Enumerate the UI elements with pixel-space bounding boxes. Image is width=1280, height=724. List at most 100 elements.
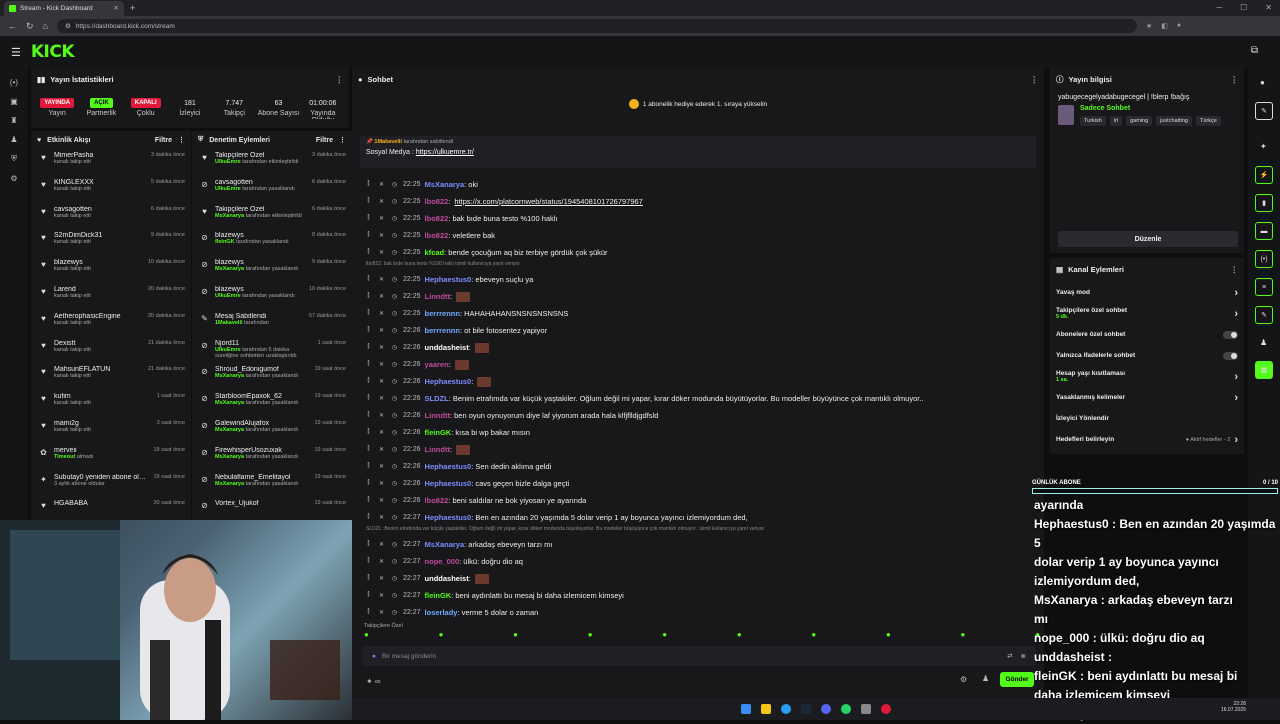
- pin-message-icon[interactable]: ⫿: [364, 609, 373, 616]
- pin-message-icon[interactable]: ⫿: [364, 361, 373, 368]
- chat-message[interactable]: ⫿ ✕ ◷ 22:26 lbo822: beni saldılar ne bok yiy…: [364, 492, 1040, 509]
- ban-user-icon[interactable]: ✕: [377, 541, 386, 548]
- message-username[interactable]: Hephaestus0: [425, 377, 472, 386]
- message-username[interactable]: Hephaestus0: [425, 462, 472, 471]
- message-username[interactable]: Linndtt: [425, 411, 450, 420]
- chat-message[interactable]: ⫿ ✕ ◷ 22:27 loserlady: verme 5 dolar o zaman: [364, 604, 1040, 621]
- moderation-item[interactable]: ⊘ Vortex_Ujukof 19 saat önce: [192, 497, 352, 520]
- send-button[interactable]: Gönder: [1000, 672, 1034, 687]
- chat-message[interactable]: ⫿ ✕ ◷ 22:26 yaaren:: [364, 356, 1040, 373]
- channel-action-item[interactable]: Hesap yaşı kısıtlaması 1 sa. ›: [1050, 366, 1244, 387]
- pin-message-icon[interactable]: ⫿: [364, 395, 373, 402]
- home-icon[interactable]: ⌂: [43, 21, 48, 31]
- timeout-icon[interactable]: ◷: [390, 609, 399, 616]
- chat-message[interactable]: ⫿ ✕ ◷ 22:25 Hephaestus0: ebeveyn suçlu ya: [364, 271, 1040, 288]
- settings-icon[interactable]: ⚙: [10, 174, 17, 183]
- ban-user-icon[interactable]: ✕: [377, 344, 386, 351]
- message-username[interactable]: Hephaestus0: [425, 513, 472, 522]
- stream-icon[interactable]: (•): [10, 78, 18, 87]
- activity-item[interactable]: ♥ cavsagotten kanalı takip etti 6 dakika ön…: [31, 203, 191, 230]
- message-username[interactable]: nope_000: [425, 557, 460, 566]
- moderator-name[interactable]: MsXanarya: [215, 373, 244, 379]
- moderation-item[interactable]: ♥ Takipçilere Özel MsXanarya tarafından et…: [192, 203, 352, 230]
- broadcast-icon[interactable]: (•): [1255, 250, 1273, 268]
- settings-icon[interactable]: ⊗: [1021, 652, 1026, 660]
- moderator-name[interactable]: MsXanarya: [215, 481, 244, 487]
- edge-icon[interactable]: [781, 704, 791, 714]
- chat-message[interactable]: ⫿ ✕ ◷ 22:26 Linndtt:: [364, 441, 1040, 458]
- message-username[interactable]: SLDZL: [425, 394, 449, 403]
- message-username[interactable]: yaaren: [425, 360, 449, 369]
- pin-message-icon[interactable]: ⫿: [364, 232, 373, 239]
- moderation-item[interactable]: ⊘ blazewys fleinGK tarafından yasaklandı 8 …: [192, 229, 352, 256]
- emote-icon[interactable]: ●: [364, 630, 369, 639]
- activity-item[interactable]: ♥ mami2g kanalı takip etti 3 saat önce: [31, 417, 191, 444]
- more-icon[interactable]: ⋮: [336, 75, 344, 84]
- trophy-icon[interactable]: ♜: [10, 116, 17, 125]
- ban-user-icon[interactable]: ✕: [377, 558, 386, 565]
- ban-user-icon[interactable]: ✕: [377, 412, 386, 419]
- chat-message[interactable]: ⫿ ✕ ◷ 22:27 nope_000: ülkü: doğru dio aq: [364, 553, 1040, 570]
- ban-user-icon[interactable]: ✕: [377, 497, 386, 504]
- moderation-item[interactable]: ⊘ FirewhisperUsozuxak MsXanarya tarafından…: [192, 444, 352, 471]
- timeout-icon[interactable]: ◷: [390, 232, 399, 239]
- chat-message[interactable]: ⫿ ✕ ◷ 22:27 unddasheist:: [364, 570, 1040, 587]
- ban-user-icon[interactable]: ✕: [377, 463, 386, 470]
- moderator-name[interactable]: MsXanarya: [215, 454, 244, 460]
- ban-user-icon[interactable]: ✕: [377, 514, 386, 521]
- chat-message[interactable]: ⫿ ✕ ◷ 22:26 Hephaestus0:: [364, 373, 1040, 390]
- menu-icon[interactable]: ☰: [11, 46, 21, 59]
- action-control[interactable]: ● Aktif hedefler - 2 ›: [1186, 434, 1238, 446]
- channel-action-item[interactable]: Takipçilere özel sohbet 5 dk. ›: [1050, 303, 1244, 324]
- activity-item[interactable]: ♥ HGABABA 20 saat önce: [31, 497, 191, 520]
- moderator-name[interactable]: MsXanarya: [215, 213, 244, 219]
- moderation-item[interactable]: ⊘ Shroud_Edonigumof MsXanarya tarafından y…: [192, 363, 352, 390]
- emote-icon[interactable]: ●: [662, 630, 667, 639]
- timeout-icon[interactable]: ◷: [390, 446, 399, 453]
- timeout-icon[interactable]: ◷: [390, 215, 399, 222]
- wrench-icon[interactable]: ✎: [1255, 306, 1273, 324]
- action-control[interactable]: ›: [1234, 287, 1238, 299]
- ban-user-icon[interactable]: ✕: [377, 609, 386, 616]
- stream-tag[interactable]: gaming: [1126, 116, 1153, 126]
- message-link[interactable]: https://x.com/platcornweb/status/1945408…: [454, 197, 642, 206]
- message-username[interactable]: berrrennn: [425, 309, 460, 318]
- pin-message-icon[interactable]: ⫿: [364, 575, 373, 582]
- message-username[interactable]: MsXanarya: [425, 180, 465, 189]
- users-icon[interactable]: ♟: [982, 674, 989, 683]
- moderation-item[interactable]: ⊘ StarbloomEpaxok_62 MsXanarya tarafından …: [192, 390, 352, 417]
- extensions-icon[interactable]: ◧: [1161, 22, 1168, 30]
- ban-user-icon[interactable]: ✕: [377, 480, 386, 487]
- pinned-link[interactable]: https://ulkuemre.tr/: [416, 149, 474, 156]
- message-username[interactable]: lbo822: [425, 214, 449, 223]
- start-icon[interactable]: [741, 704, 751, 714]
- more-icon[interactable]: ⋮: [1231, 265, 1239, 274]
- ban-user-icon[interactable]: ✕: [377, 215, 386, 222]
- chat-message[interactable]: ⫿ ✕ ◷ 22:27 fleinGK: beni aydınlattı bu mesa…: [364, 587, 1040, 604]
- pin-message-icon[interactable]: ⫿: [364, 327, 373, 334]
- action-control[interactable]: [1223, 330, 1238, 339]
- pin-message-icon[interactable]: ⫿: [364, 592, 373, 599]
- toggle-switch[interactable]: [1223, 351, 1238, 360]
- folder-icon[interactable]: [761, 704, 771, 714]
- ban-user-icon[interactable]: ✕: [377, 249, 386, 256]
- stream-tag[interactable]: Türkçe: [1195, 116, 1221, 126]
- dashboard-icon[interactable]: ▣: [10, 97, 18, 106]
- info-icon[interactable]: ●: [1260, 78, 1265, 87]
- emote-icon[interactable]: ●: [513, 630, 518, 639]
- lightning-icon[interactable]: ⚡: [1255, 166, 1273, 184]
- timeout-icon[interactable]: ◷: [390, 361, 399, 368]
- pin-message-icon[interactable]: ⫿: [364, 480, 373, 487]
- ban-user-icon[interactable]: ✕: [377, 181, 386, 188]
- more-icon[interactable]: ⋮: [178, 136, 185, 144]
- maximize-icon[interactable]: ☐: [1240, 3, 1247, 12]
- pin-message-icon[interactable]: ⫿: [364, 378, 373, 385]
- activity-item[interactable]: ✦ Subutay0 yeniden abone oldu! 3 aylık abo…: [31, 471, 191, 498]
- ban-user-icon[interactable]: ✕: [377, 293, 386, 300]
- whatsapp-icon[interactable]: [841, 704, 851, 714]
- timeout-icon[interactable]: ◷: [390, 429, 399, 436]
- chat-message[interactable]: ⫿ ✕ ◷ 22:25 Linndtt:: [364, 288, 1040, 305]
- pin-message-icon[interactable]: ⫿: [364, 463, 373, 470]
- emote-icon[interactable]: ●: [439, 630, 444, 639]
- pin-message-icon[interactable]: ⫿: [364, 198, 373, 205]
